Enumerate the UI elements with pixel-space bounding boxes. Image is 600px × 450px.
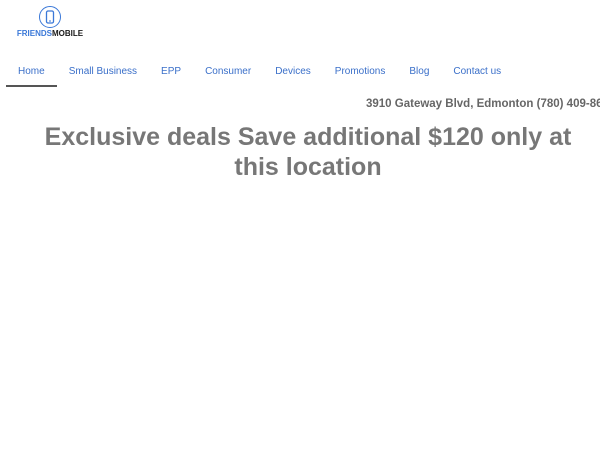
nav-item-small-business[interactable]: Small Business (57, 60, 149, 87)
nav-item-contact-us[interactable]: Contact us (441, 60, 513, 87)
logo-wordmark-mobile: MOBILE (52, 29, 84, 38)
page-headline: Exclusive deals Save additional $120 onl… (44, 123, 572, 181)
smartphone-icon (39, 6, 61, 28)
logo-wordmark: FRIENDSMOBILE (17, 29, 83, 39)
store-address: 3910 Gateway Blvd, Edmonton (780) 409-86… (366, 98, 600, 110)
logo-wordmark-friends: FRIENDS (16, 29, 52, 38)
nav-item-epp[interactable]: EPP (149, 60, 193, 87)
main-nav: Home Small Business EPP Consumer Devices… (6, 60, 513, 87)
nav-item-home[interactable]: Home (6, 60, 57, 87)
nav-item-blog[interactable]: Blog (397, 60, 441, 87)
page: FRIENDSMOBILE Home Small Business EPP Co… (0, 0, 600, 450)
nav-item-devices[interactable]: Devices (263, 60, 323, 87)
nav-item-promotions[interactable]: Promotions (323, 60, 398, 87)
nav-item-consumer[interactable]: Consumer (193, 60, 263, 87)
friendsmobile-logo[interactable]: FRIENDSMOBILE (14, 6, 86, 42)
